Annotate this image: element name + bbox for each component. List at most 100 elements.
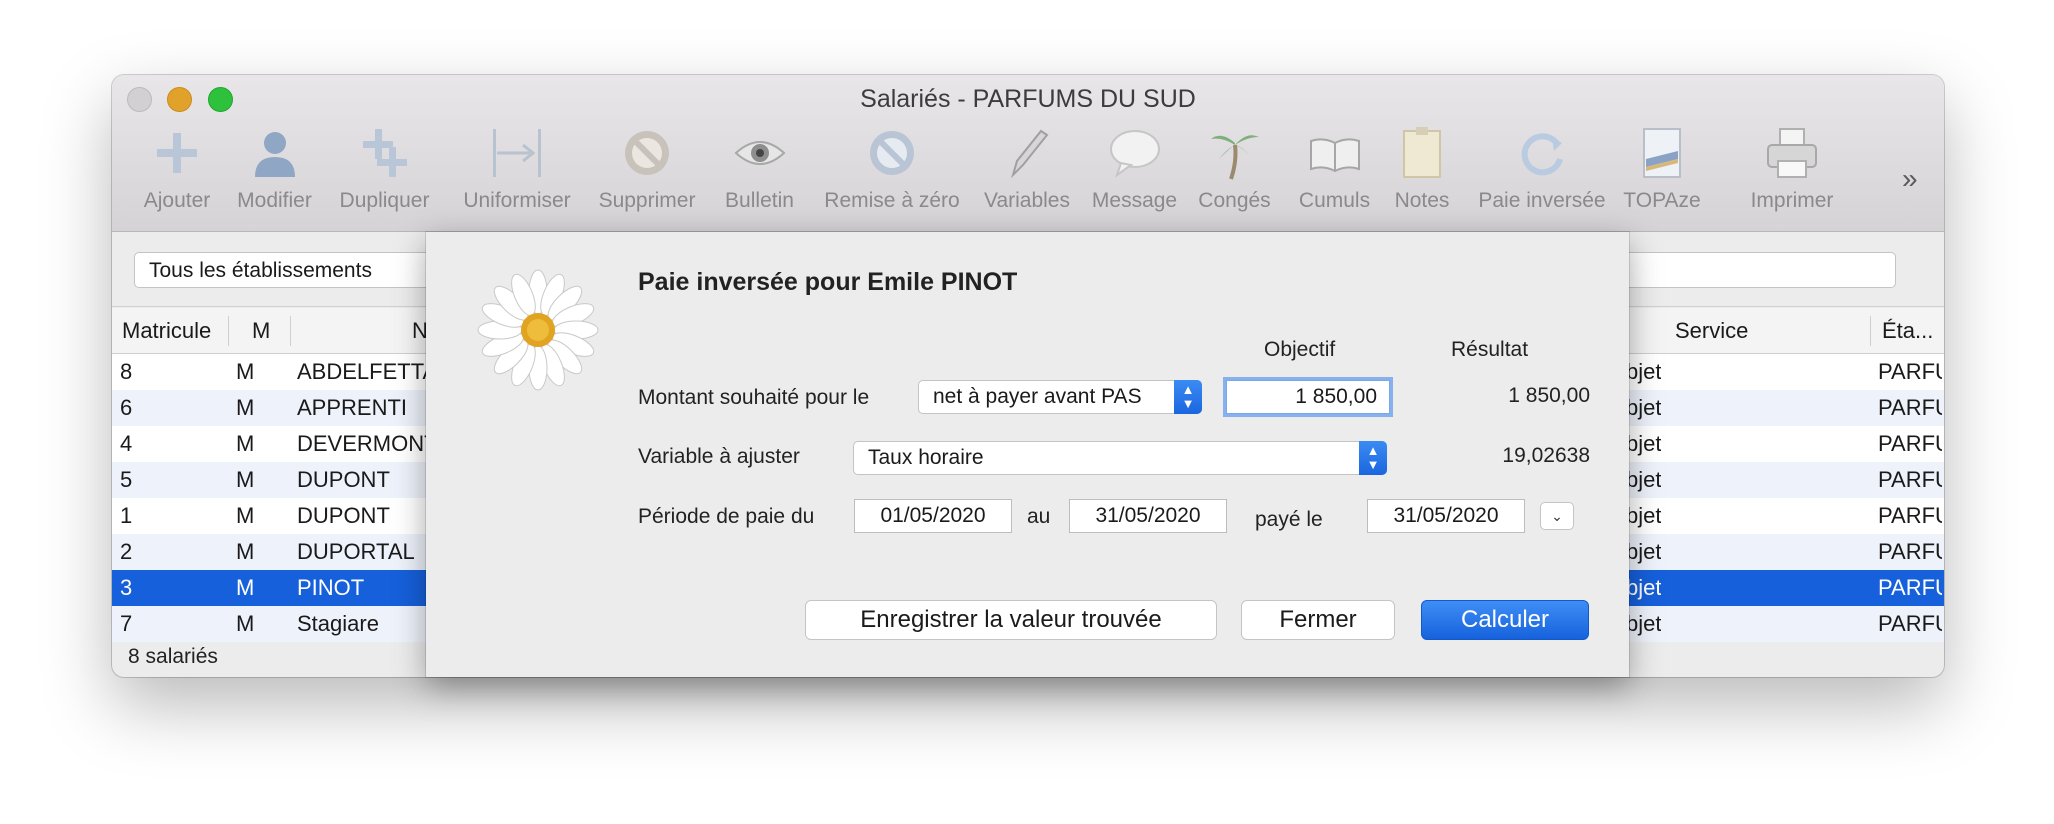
person-icon <box>254 132 295 177</box>
cell-etablissement: PARFU <box>1878 431 1942 456</box>
cell-matricule: 2 <box>120 539 133 564</box>
duplicate-icon <box>362 129 407 177</box>
montant-label: Montant souhaité pour le <box>638 386 870 409</box>
toolbar-ajouter-button[interactable]: Ajouter <box>122 125 232 213</box>
toolbar-remise-a-zero-button[interactable]: Remise à zéro <box>802 125 982 213</box>
search-field[interactable] <box>1622 252 1896 288</box>
date-paiement-input[interactable]: 31/05/2020 <box>1367 499 1525 533</box>
toolbar-topaze-button[interactable]: TOPAze <box>1607 125 1717 213</box>
cell-nom: PINOT <box>297 575 365 600</box>
toolbar-cumuls-label: Cumuls <box>1298 189 1371 212</box>
column-divider <box>1870 316 1871 346</box>
cell-nom: Stagiare <box>297 611 379 636</box>
cell-service: bjet <box>1626 611 1662 636</box>
toolbar-notes-button[interactable]: Notes <box>1377 125 1467 213</box>
cell-m: M <box>236 539 255 564</box>
toolbar-bulletin-label: Bulletin <box>725 189 794 212</box>
toolbar-conges-button[interactable]: Congés <box>1182 125 1287 213</box>
cell-m: M <box>236 431 255 456</box>
chevron-down-icon[interactable]: ⌄ <box>1540 502 1574 530</box>
resultat-column-header: Résultat <box>1451 338 1529 361</box>
cell-matricule: 5 <box>120 467 133 492</box>
toolbar-cumuls-button[interactable]: Cumuls <box>1282 125 1387 213</box>
pencil-icon <box>1010 129 1049 179</box>
toolbar-ajouter-label: Ajouter <box>143 189 211 212</box>
toolbar-imprimer-button[interactable]: Imprimer <box>1727 125 1857 213</box>
enregistrer-button[interactable]: Enregistrer la valeur trouvée <box>805 600 1217 640</box>
column-divider <box>290 316 291 346</box>
cell-m: M <box>236 395 255 420</box>
toolbar-message-label: Message <box>1091 189 1178 212</box>
toolbar-message-button[interactable]: Message <box>1072 125 1197 213</box>
cell-service: bjet <box>1626 467 1662 492</box>
cell-service: bjet <box>1626 575 1662 600</box>
column-header-service[interactable]: Service <box>1675 318 1748 344</box>
cell-m: M <box>236 611 255 636</box>
document-icon <box>1643 128 1681 178</box>
cell-service: bjet <box>1626 503 1662 528</box>
cell-etablissement: PARFU <box>1878 467 1942 492</box>
resultat-variable: 19,02638 <box>1502 444 1590 467</box>
toolbar-modifier-button[interactable]: Modifier <box>217 125 332 213</box>
resultat-montant: 1 850,00 <box>1508 384 1590 407</box>
calculer-button[interactable]: Calculer <box>1421 600 1589 640</box>
toolbar-bulletin-button[interactable]: Bulletin <box>702 125 817 213</box>
au-label: au <box>1027 505 1051 528</box>
cell-etablissement: PARFU <box>1878 395 1942 420</box>
cell-nom: ABDELFETTA <box>297 359 437 384</box>
cell-matricule: 6 <box>120 395 133 420</box>
toolbar-notes-label: Notes <box>1394 189 1450 212</box>
uniformize-icon <box>493 129 541 177</box>
cell-nom: APPRENTI <box>297 395 408 420</box>
variable-value: Taux horaire <box>868 446 984 469</box>
forbidden-icon <box>625 131 669 175</box>
objectif-input[interactable]: 1 850,00 <box>1226 380 1390 414</box>
montant-type-value: net à payer avant PAS <box>933 385 1142 408</box>
book-icon <box>1309 138 1360 173</box>
column-header-etablissement[interactable]: Éta... <box>1882 318 1933 344</box>
periode-label: Période de paie du <box>638 505 815 528</box>
etablissement-select[interactable]: Tous les établissements <box>134 252 454 288</box>
column-divider <box>228 316 229 346</box>
cell-service: bjet <box>1626 359 1662 384</box>
toolbar-uniformiser-button[interactable]: Uniformiser <box>442 125 592 213</box>
toolbar-overflow-icon[interactable]: » <box>1902 163 1918 195</box>
cell-matricule: 7 <box>120 611 133 636</box>
toolbar-modifier-label: Modifier <box>237 189 312 212</box>
toolbar-supprimer-button[interactable]: Supprimer <box>577 125 717 213</box>
cell-m: M <box>236 359 255 384</box>
date-fin-input[interactable]: 31/05/2020 <box>1069 499 1227 533</box>
cell-etablissement: PARFU <box>1878 575 1942 600</box>
cell-nom: DUPONT <box>297 467 390 492</box>
cell-matricule: 4 <box>120 431 133 456</box>
cell-m: M <box>236 467 255 492</box>
column-header-m[interactable]: M <box>252 318 270 344</box>
variable-select[interactable]: Taux horaire ▲ ▼ <box>853 441 1387 475</box>
cell-matricule: 3 <box>120 575 133 600</box>
cell-etablissement: PARFU <box>1878 539 1942 564</box>
toolbar-imprimer-label: Imprimer <box>1750 189 1834 212</box>
employee-count: 8 salariés <box>128 645 218 668</box>
toolbar-topaze-label: TOPAze <box>1623 189 1701 212</box>
select-arrows-icon: ▲ ▼ <box>1359 441 1387 475</box>
reset-icon <box>870 131 914 175</box>
toolbar-dupliquer-label: Dupliquer <box>339 189 430 212</box>
paie-inversee-dialog: Paie inversée pour Emile PINOT Objectif … <box>426 232 1629 677</box>
toolbar-paie-inversee-button[interactable]: Paie inversée <box>1457 125 1627 213</box>
daisy-icon <box>477 269 599 391</box>
toolbar-paie-inversee-label: Paie inversée <box>1478 189 1606 212</box>
montant-type-select[interactable]: net à payer avant PAS ▲ ▼ <box>918 380 1202 414</box>
cell-etablissement: PARFU <box>1878 503 1942 528</box>
column-header-matricule[interactable]: Matricule <box>122 318 211 344</box>
titlebar: Salariés - PARFUMS DU SUD Ajouter Modifi… <box>112 75 1944 232</box>
cell-nom: DUPORTAL <box>297 539 415 564</box>
toolbar-dupliquer-button[interactable]: Dupliquer <box>322 125 447 213</box>
cell-matricule: 1 <box>120 503 133 528</box>
speech-bubble-icon <box>1109 130 1160 178</box>
note-icon <box>1403 127 1441 178</box>
date-debut-input[interactable]: 01/05/2020 <box>854 499 1012 533</box>
cell-m: M <box>236 503 255 528</box>
cell-etablissement: PARFU <box>1878 359 1942 384</box>
objectif-column-header: Objectif <box>1264 338 1336 361</box>
fermer-button[interactable]: Fermer <box>1241 600 1395 640</box>
